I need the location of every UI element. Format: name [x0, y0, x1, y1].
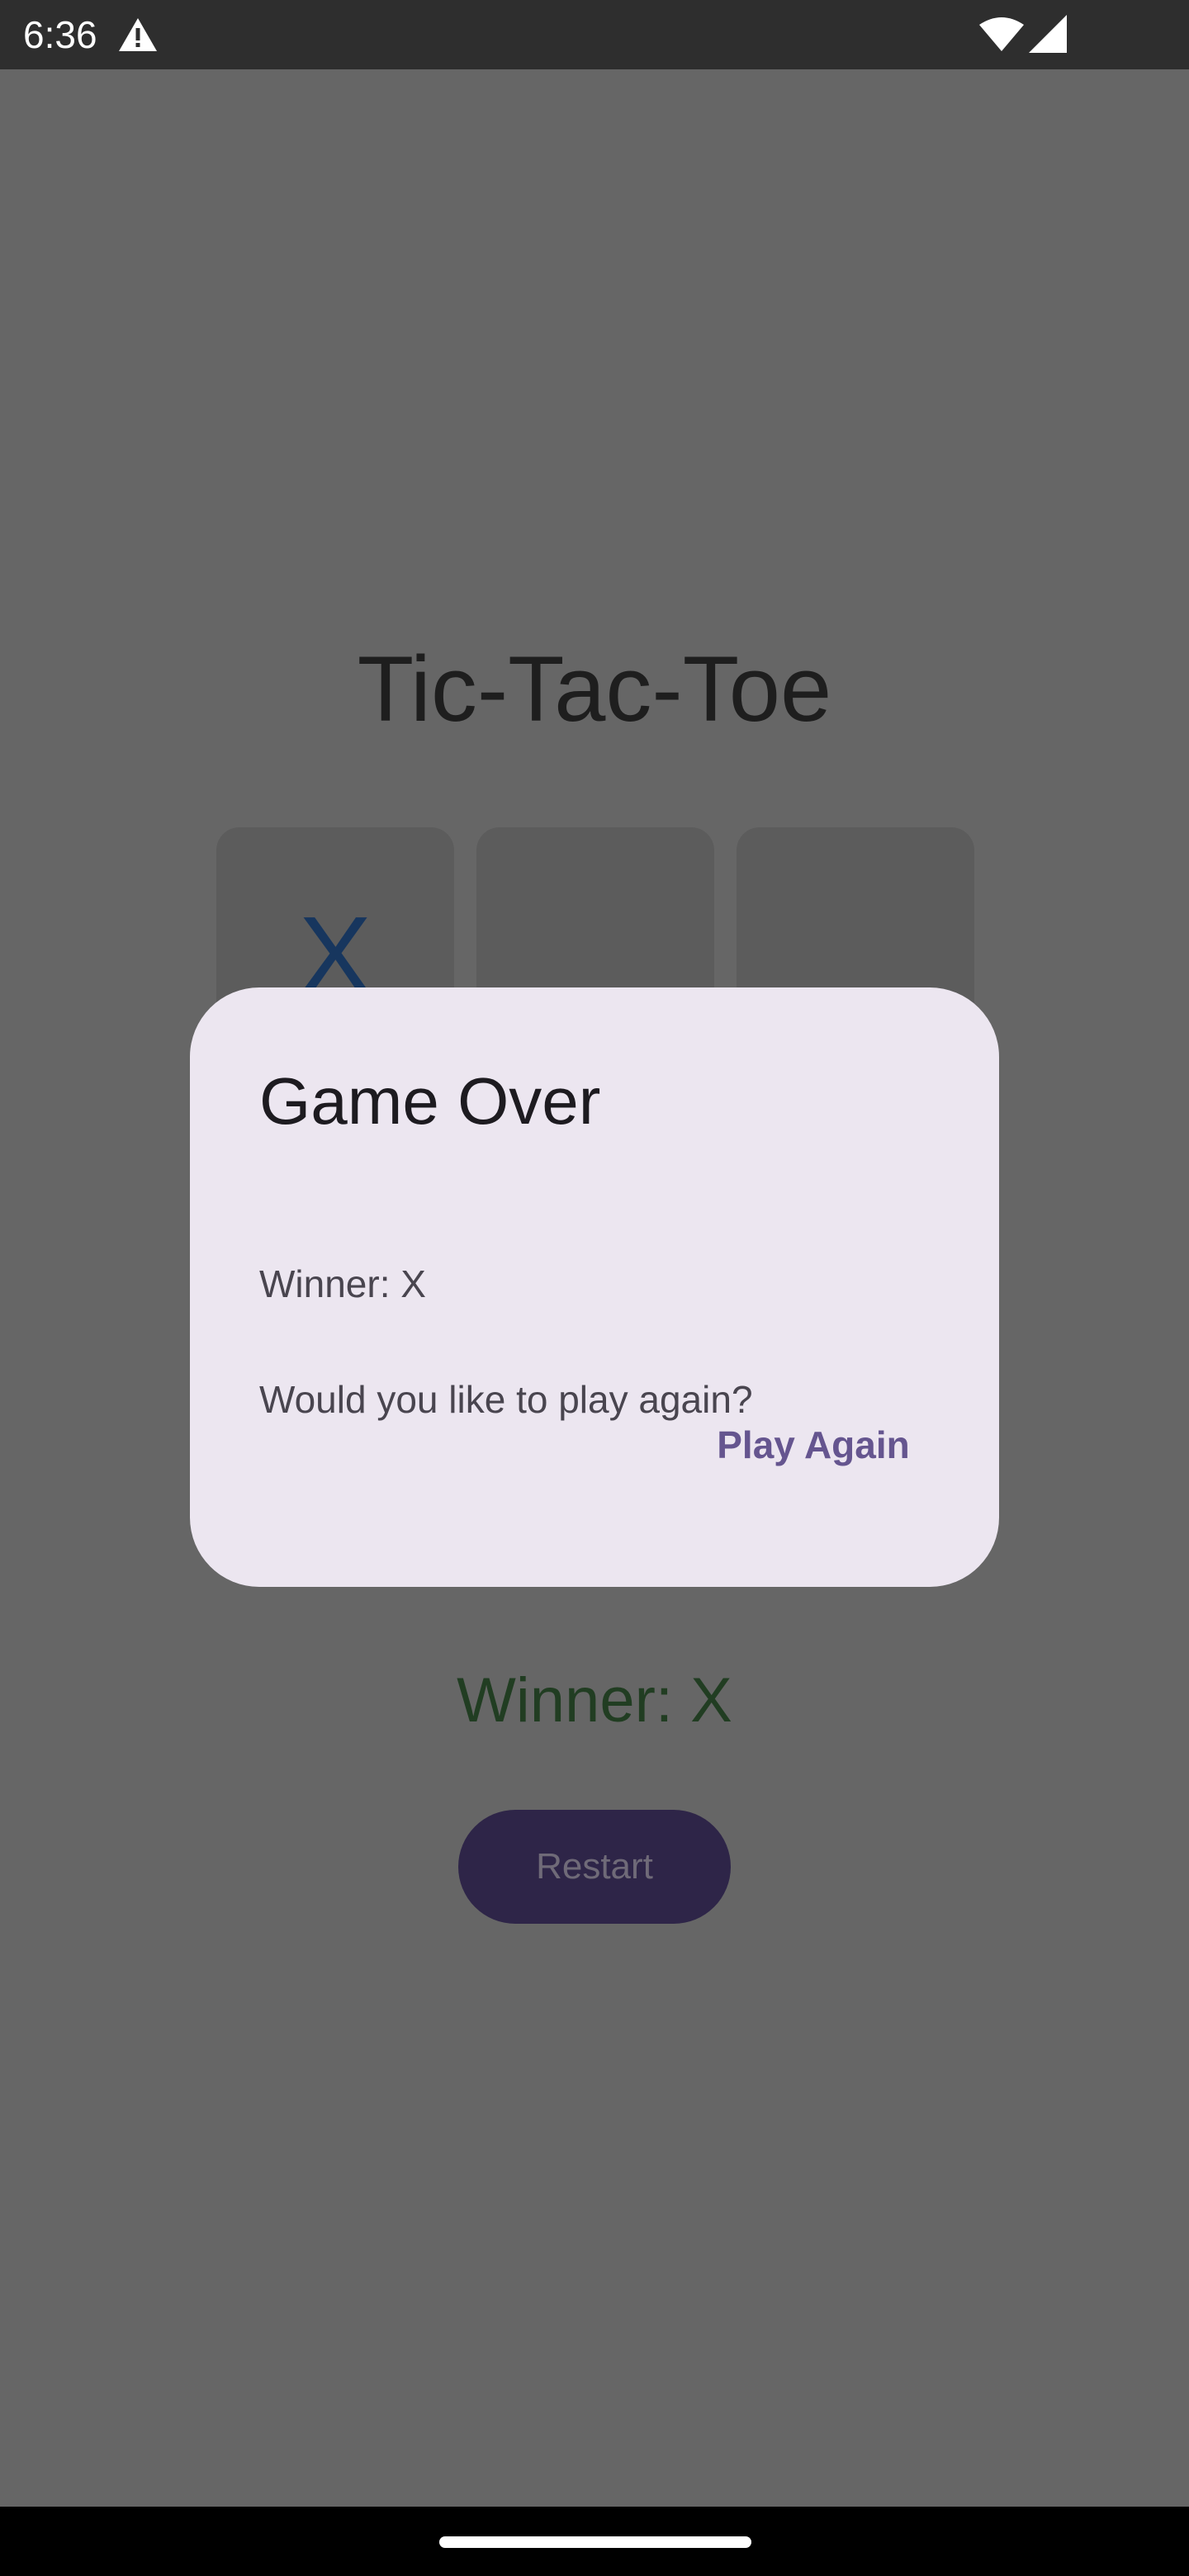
- status-bar: 6:36: [0, 0, 1189, 69]
- screen: 6:36 Tic-Tac-Toe X Winner: X Restart Gam…: [0, 0, 1189, 2576]
- status-time: 6:36: [23, 13, 97, 56]
- home-handle[interactable]: [439, 2536, 751, 2548]
- dialog-title: Game Over: [259, 1064, 601, 1138]
- game-over-dialog: Game Over Winner: X Would you like to pl…: [190, 987, 999, 1587]
- wifi-icon: [979, 17, 1024, 51]
- dialog-message: Winner: X Would you like to play again?: [259, 1197, 753, 1486]
- dialog-message-winner: Winner: X: [259, 1262, 426, 1305]
- app-title: Tic-Tac-Toe: [357, 637, 832, 741]
- restart-button[interactable]: Restart: [458, 1810, 731, 1924]
- alert-icon: [119, 18, 157, 51]
- dialog-message-prompt: Would you like to play again?: [259, 1378, 753, 1421]
- play-again-button[interactable]: Play Again: [685, 1404, 941, 1486]
- winner-text: Winner: X: [457, 1665, 732, 1735]
- signal-icon: [1029, 15, 1067, 53]
